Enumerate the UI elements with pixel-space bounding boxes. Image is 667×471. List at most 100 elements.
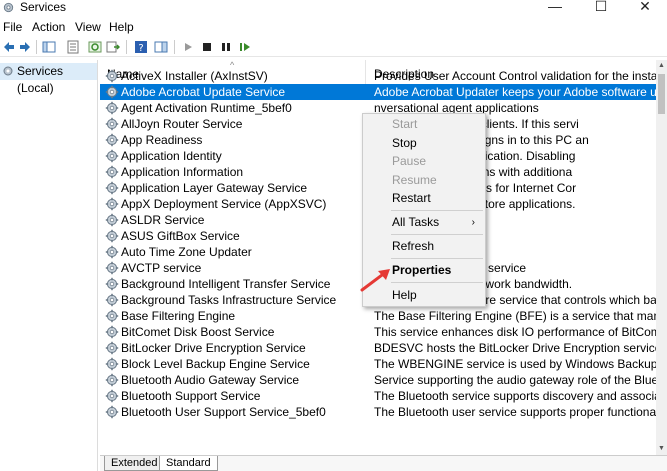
scroll-down-icon[interactable]: ▼ <box>656 443 667 455</box>
service-gear-icon <box>105 373 119 387</box>
menu-separator <box>391 234 483 235</box>
service-name: BitComet Disk Boost Service <box>121 325 275 339</box>
view-tabs: Extended Standard <box>100 455 667 471</box>
service-description: Service supporting the audio gateway rol… <box>374 373 658 387</box>
service-name: Application Information <box>121 165 244 179</box>
service-gear-icon <box>105 405 119 419</box>
minimize-button[interactable]: — <box>532 0 578 16</box>
services-gear-icon <box>3 66 13 76</box>
console-tree: Services (Local) <box>0 60 98 471</box>
table-row[interactable]: Base Filtering Engine The Base Filtering … <box>100 308 667 324</box>
menu-separator <box>391 210 483 211</box>
service-description: The Base Filtering Engine (BFE) is a ser… <box>374 309 658 323</box>
window-title: Services <box>20 0 67 14</box>
stop-service-icon[interactable] <box>200 40 214 54</box>
tree-item-label: Services (Local) <box>17 64 64 95</box>
table-row[interactable]: Bluetooth Support Service The Bluetooth s… <box>100 388 667 404</box>
service-name: ASLDR Service <box>121 213 205 227</box>
submenu-arrow-icon: › <box>471 217 475 228</box>
service-name: AppX Deployment Service (AppXSVC) <box>121 197 327 211</box>
service-name: Auto Time Zone Updater <box>121 245 252 259</box>
console-tree-icon[interactable] <box>42 40 56 54</box>
service-name: Base Filtering Engine <box>121 309 236 323</box>
svg-text:?: ? <box>138 43 143 54</box>
properties-sheet-icon[interactable] <box>66 40 80 54</box>
service-gear-icon <box>105 149 119 163</box>
service-gear-icon <box>105 245 119 259</box>
maximize-button[interactable]: ☐ <box>578 0 624 16</box>
menu-item-stop[interactable]: Stop <box>363 134 485 153</box>
service-gear-icon <box>105 165 119 179</box>
service-name: Application Identity <box>121 149 222 163</box>
service-gear-icon <box>105 341 119 355</box>
service-description: The WBENGINE service is used by Windows … <box>374 357 658 371</box>
vertical-scrollbar[interactable]: ▲ ▼ <box>656 60 667 455</box>
table-row[interactable]: BitLocker Drive Encryption Service BDESVC… <box>100 340 667 356</box>
menu-item-label: All Tasks <box>392 215 440 229</box>
service-description: The Bluetooth user service supports prop… <box>374 405 658 419</box>
service-gear-icon <box>105 213 119 227</box>
scroll-up-icon[interactable]: ▲ <box>656 60 667 72</box>
menu-item-refresh[interactable]: Refresh <box>363 237 485 256</box>
service-name: Adobe Acrobat Update Service <box>121 85 286 99</box>
service-gear-icon <box>105 309 119 323</box>
table-row[interactable]: ActiveX Installer (AxInstSV) Provides Use… <box>100 68 667 84</box>
pause-service-icon[interactable] <box>219 40 233 54</box>
service-gear-icon <box>105 117 119 131</box>
service-name: Agent Activation Runtime_5bef0 <box>121 101 292 115</box>
service-description: This service enhances disk IO performanc… <box>374 325 658 339</box>
service-name: AVCTP service <box>121 261 202 275</box>
export-list-icon[interactable] <box>106 40 120 54</box>
tab-extended[interactable]: Extended <box>104 456 165 471</box>
service-gear-icon <box>105 181 119 195</box>
menu-action[interactable]: Action <box>32 20 65 34</box>
service-name: Bluetooth User Support Service_5bef0 <box>121 405 326 419</box>
help-icon[interactable]: ? <box>134 40 148 54</box>
services-gear-icon <box>3 2 14 13</box>
scrollbar-thumb[interactable] <box>658 74 665 114</box>
refresh-icon[interactable] <box>88 40 102 54</box>
tree-item-services-local[interactable]: Services (Local) <box>0 63 97 95</box>
service-gear-icon <box>105 133 119 147</box>
table-row[interactable]: Adobe Acrobat Update Service Adobe Acroba… <box>100 84 667 100</box>
service-name: Application Layer Gateway Service <box>121 181 308 195</box>
service-gear-icon <box>105 277 119 291</box>
service-gear-icon <box>105 101 119 115</box>
toolbar-separator <box>36 40 37 54</box>
menu-help[interactable]: Help <box>109 20 134 34</box>
menu-separator <box>391 258 483 259</box>
back-arrow-icon[interactable] <box>2 40 16 54</box>
service-name: App Readiness <box>121 133 203 147</box>
service-gear-icon <box>105 357 119 371</box>
menu-item-resume[interactable]: Resume <box>363 171 485 190</box>
menu-file[interactable]: File <box>3 20 22 34</box>
service-name: ASUS GiftBox Service <box>121 229 240 243</box>
menu-item-start[interactable]: Start <box>363 115 485 134</box>
service-description: Provides User Account Control validation… <box>374 69 658 83</box>
start-service-icon[interactable] <box>181 40 195 54</box>
menu-bar: File Action View Help <box>0 18 667 36</box>
toolbar-separator <box>126 40 127 54</box>
title-bar: Services — ☐ ✕ <box>0 0 667 16</box>
toolbar-separator <box>174 40 175 54</box>
service-name: Bluetooth Support Service <box>121 389 261 403</box>
menu-view[interactable]: View <box>75 20 101 34</box>
tab-standard[interactable]: Standard <box>159 456 218 471</box>
service-name: Background Tasks Infrastructure Service <box>121 293 337 307</box>
table-row[interactable]: Block Level Backup Engine Service The WBE… <box>100 356 667 372</box>
table-row[interactable]: Bluetooth Audio Gateway Service Service s… <box>100 372 667 388</box>
close-button[interactable]: ✕ <box>622 0 667 16</box>
menu-item-all-tasks[interactable]: All Tasks › <box>363 213 485 232</box>
table-row[interactable]: BitComet Disk Boost Service This service … <box>100 324 667 340</box>
menu-item-restart[interactable]: Restart <box>363 189 485 208</box>
service-description: The Bluetooth service supports discovery… <box>374 389 658 403</box>
forward-arrow-icon[interactable] <box>18 40 32 54</box>
service-gear-icon <box>105 325 119 339</box>
show-hide-pane-icon[interactable] <box>154 40 168 54</box>
table-row[interactable]: Bluetooth User Support Service_5bef0 The … <box>100 404 667 420</box>
service-gear-icon <box>105 229 119 243</box>
restart-service-icon[interactable] <box>238 40 252 54</box>
service-gear-icon <box>105 293 119 307</box>
menu-item-pause[interactable]: Pause <box>363 152 485 171</box>
service-name: ActiveX Installer (AxInstSV) <box>121 69 268 83</box>
